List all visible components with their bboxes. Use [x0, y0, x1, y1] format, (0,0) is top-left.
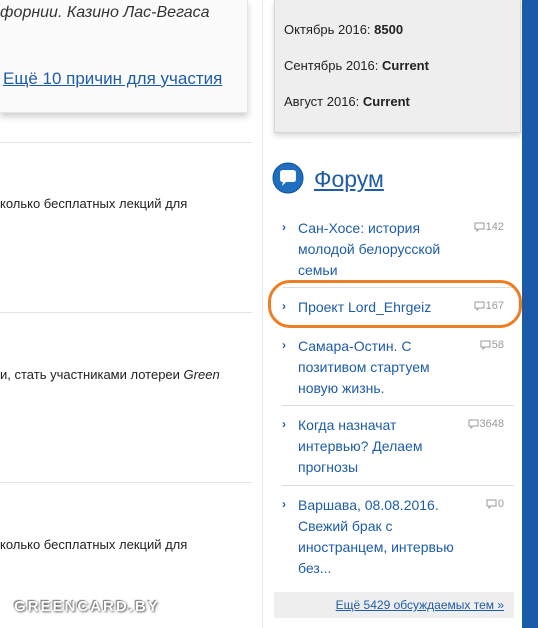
- forum-topic-title[interactable]: Варшава, 08.08.2016. Свежий брак с иностра…: [298, 495, 454, 579]
- article-snippet: колько бесплатных лекций для: [0, 196, 188, 211]
- forum-chat-icon: [272, 162, 304, 194]
- comment-count: 3648: [468, 418, 504, 430]
- column-divider: [262, 0, 263, 628]
- promo-box: форнии. Казино Лас-Вегаса Ещё 10 причин …: [0, 0, 248, 113]
- more-topics-link[interactable]: Ещё 5429 обсуждаемых тем »: [336, 598, 504, 612]
- main-content: форнии. Казино Лас-Вегаса Ещё 10 причин …: [0, 0, 262, 628]
- forum-topic-title[interactable]: Когда назначат интервью? Делаем прогнозы: [298, 415, 422, 478]
- site-watermark: GREENCARD.BY: [14, 598, 160, 615]
- divider: [0, 482, 252, 483]
- more-reasons-link[interactable]: Ещё 10 причин для участия: [3, 69, 222, 89]
- divider: [0, 142, 252, 143]
- page-edge-bar: [522, 0, 538, 628]
- forum-topic-title[interactable]: Сан-Хосе: история молодой белорусской семь…: [298, 218, 440, 281]
- chevron-right-icon: ›: [282, 417, 286, 431]
- chevron-right-icon: ›: [282, 497, 286, 511]
- visa-stats-box: Октябрь 2016: 8500 Сентябрь 2016: Curren…: [274, 0, 521, 133]
- article-snippet: колько бесплатных лекций для: [0, 537, 188, 552]
- stat-row: Сентябрь 2016: Current: [284, 58, 429, 73]
- highlight-outline: [268, 280, 522, 328]
- stat-row: Август 2016: Current: [284, 94, 410, 109]
- forum-more-box: Ещё 5429 обсуждаемых тем »: [274, 592, 514, 618]
- forum-title-link[interactable]: Форум: [314, 166, 384, 193]
- forum-topic-title[interactable]: Самара-Остин. Спозитивом стартуем новую ж…: [298, 336, 430, 399]
- comment-count: 142: [474, 221, 504, 233]
- divider: [282, 485, 514, 486]
- chevron-right-icon: ›: [282, 338, 286, 352]
- article-snippet: и, стать участниками лотереи Green: [0, 367, 220, 382]
- chevron-right-icon: ›: [282, 220, 286, 234]
- comment-count: 0: [486, 498, 504, 510]
- divider: [282, 405, 514, 406]
- divider: [0, 312, 252, 313]
- promo-text: форнии. Казино Лас-Вегаса: [0, 4, 210, 21]
- comment-count: 58: [480, 339, 504, 351]
- comment-icon: [486, 499, 497, 510]
- comment-icon: [468, 419, 479, 430]
- comment-icon: [480, 340, 491, 351]
- stat-row: Октябрь 2016: 8500: [284, 22, 404, 37]
- comment-icon: [474, 222, 485, 233]
